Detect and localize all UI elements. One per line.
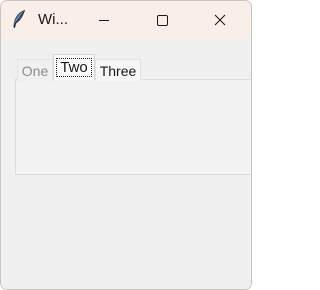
client-area: One Three Two [1, 39, 251, 289]
tab-three[interactable]: Three [95, 59, 141, 81]
focus-ring: Two [56, 58, 92, 77]
title-bar[interactable]: Wi... [1, 1, 251, 39]
app-window: Wi... One Three Two [0, 0, 252, 290]
minimize-icon [99, 20, 109, 21]
close-icon [214, 14, 226, 26]
feather-icon [11, 9, 27, 29]
window-title: Wi... [38, 11, 68, 28]
tab-label: Three [99, 63, 137, 79]
minimize-button[interactable] [81, 1, 127, 39]
tab-label: Two [60, 59, 88, 76]
tab-label: One [21, 63, 49, 79]
tab-one: One [17, 59, 53, 81]
close-button[interactable] [197, 1, 243, 39]
maximize-button[interactable] [139, 1, 185, 39]
notebook-panel [15, 79, 251, 175]
maximize-icon [157, 15, 168, 26]
tab-two[interactable]: Two [53, 54, 95, 80]
